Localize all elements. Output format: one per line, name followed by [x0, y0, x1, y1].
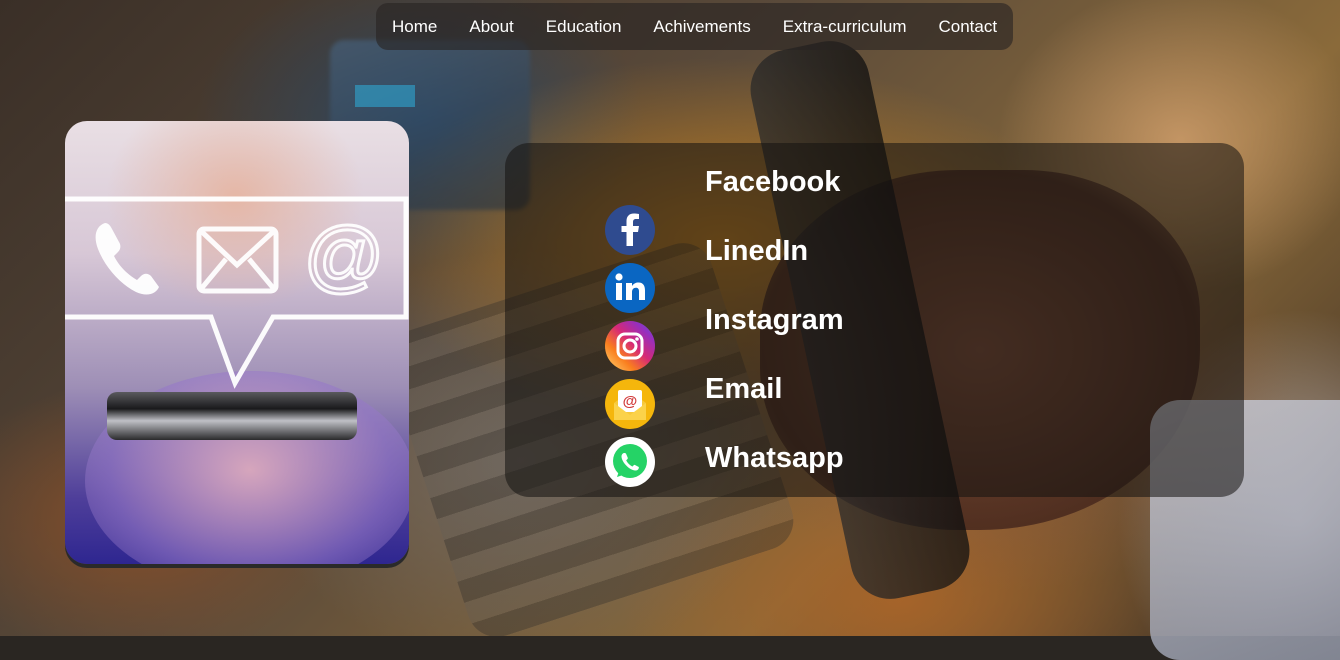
contact-labels: Facebook LinedIn Instagram Email Whatsap… — [705, 164, 844, 509]
email-icon[interactable]: @ — [605, 379, 655, 429]
contact-label-linkedin[interactable]: LinedIn — [705, 233, 844, 302]
contact-label-whatsapp[interactable]: Whatsapp — [705, 440, 844, 509]
nav-contact[interactable]: Contact — [939, 17, 998, 37]
contact-panel: @ Facebook LinedIn Instagram Email Whats… — [505, 143, 1244, 497]
contact-hero-image: @ — [65, 121, 409, 564]
mail-icon — [196, 226, 279, 294]
svg-text:@: @ — [623, 393, 638, 410]
instagram-icon[interactable] — [605, 321, 655, 371]
nav-home[interactable]: Home — [392, 17, 437, 37]
whatsapp-icon[interactable] — [605, 437, 655, 487]
nav-extra-curriculum[interactable]: Extra-curriculum — [783, 17, 907, 37]
nav-education[interactable]: Education — [546, 17, 622, 37]
contact-label-instagram[interactable]: Instagram — [705, 302, 844, 371]
social-icon-stack: @ — [605, 205, 655, 495]
nav-about[interactable]: About — [469, 17, 513, 37]
nav-achivements[interactable]: Achivements — [653, 17, 750, 37]
linkedin-icon[interactable] — [605, 263, 655, 313]
phone-icon — [95, 223, 159, 295]
smartphone-graphic — [107, 392, 357, 440]
contact-label-email[interactable]: Email — [705, 371, 844, 440]
top-navigation: Home About Education Achivements Extra-c… — [376, 3, 1013, 50]
background-phone-screen — [355, 85, 415, 107]
contact-label-facebook[interactable]: Facebook — [705, 164, 844, 233]
facebook-icon[interactable] — [605, 205, 655, 255]
speech-bubble-graphic: @ — [65, 196, 409, 389]
at-sign-icon: @ — [303, 211, 384, 300]
